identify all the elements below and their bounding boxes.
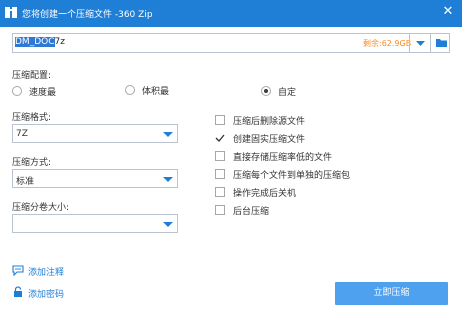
dropdown-arrow-icon: [159, 170, 177, 187]
checkbox-solid-archive-label: 创建固实压缩文件: [233, 135, 306, 145]
lock-icon: [12, 286, 24, 301]
split-select[interactable]: [12, 214, 178, 233]
checkmark-icon: [215, 133, 225, 143]
format-select[interactable]: 7Z: [12, 124, 178, 143]
checkbox-solid-archive[interactable]: 创建固实压缩文件: [215, 132, 325, 146]
radio-smallest-label: 体积最: [142, 87, 170, 97]
checkbox-delete-source-box: [215, 115, 225, 125]
add-comment-link[interactable]: 添加注释: [12, 264, 82, 278]
window-title: 您将创建一个压缩文件 -360 Zip: [22, 10, 153, 20]
output-path-text[interactable]: DM_DOC7z: [15, 37, 65, 47]
radio-fastest-label: 速度最: [29, 88, 57, 98]
method-select[interactable]: 标准: [12, 169, 178, 188]
checkbox-store-low-ratio-box: [215, 151, 225, 161]
comment-icon: [12, 265, 24, 279]
browse-folder-button[interactable]: [430, 33, 451, 53]
compress-config-label: 压缩配置:: [12, 71, 52, 81]
method-label: 压缩方式:: [12, 158, 52, 168]
checkbox-separate-archives[interactable]: 压缩每个文件到单独的压缩包: [215, 168, 360, 182]
dropdown-arrow-icon: [159, 125, 177, 142]
close-icon[interactable]: ✕: [440, 4, 456, 20]
path-rest-text: 7z: [54, 37, 65, 47]
checkbox-store-low-ratio-label: 直接存储压缩率低的文件: [233, 153, 333, 163]
checkbox-delete-source[interactable]: 压缩后删除源文件: [215, 114, 325, 128]
checkbox-background-box: [215, 205, 225, 215]
checkbox-delete-source-label: 压缩后删除源文件: [233, 117, 306, 127]
checkbox-background-label: 后台压缩: [233, 207, 270, 217]
add-password-label: 添加密码: [28, 290, 65, 300]
checkbox-background[interactable]: 后台压缩: [215, 204, 285, 218]
add-password-link[interactable]: 添加密码: [12, 286, 82, 300]
format-value: 7Z: [16, 129, 28, 139]
radio-smallest-circle: [125, 85, 135, 95]
checkbox-shutdown-box: [215, 187, 225, 197]
dropdown-arrow-icon: [159, 215, 177, 232]
path-selected-text: DM_DOC: [15, 37, 55, 47]
add-comment-label: 添加注释: [28, 268, 65, 278]
app-icon: [4, 6, 18, 19]
radio-smallest[interactable]: 体积最: [125, 84, 185, 98]
radio-fastest[interactable]: 速度最: [12, 85, 72, 99]
radio-custom-label: 自定: [278, 88, 297, 98]
format-label: 压缩格式:: [12, 113, 52, 123]
path-history-dropdown-button[interactable]: [409, 33, 430, 53]
radio-custom-circle: [261, 86, 271, 96]
checkbox-shutdown-label: 操作完成后关机: [233, 189, 297, 199]
output-path-field[interactable]: DM_DOC7z 剩余:62.9GB: [12, 33, 450, 53]
checkbox-store-low-ratio[interactable]: 直接存储压缩率低的文件: [215, 150, 345, 164]
radio-fastest-circle: [12, 86, 22, 96]
split-label: 压缩分卷大小:: [12, 203, 70, 213]
method-value: 标准: [16, 177, 35, 187]
title-bar: 您将创建一个压缩文件 -360 Zip ✕: [0, 0, 462, 27]
checkbox-shutdown[interactable]: 操作完成后关机: [215, 186, 315, 200]
folder-icon: [436, 39, 447, 47]
dropdown-arrow-icon: [416, 41, 425, 46]
checkbox-separate-archives-box: [215, 169, 225, 179]
free-space-label: 剩余:62.9GB: [363, 39, 412, 48]
radio-custom[interactable]: 自定: [261, 85, 311, 99]
start-compress-button[interactable]: 立即压缩: [335, 282, 448, 305]
checkbox-separate-archives-label: 压缩每个文件到单独的压缩包: [233, 171, 351, 181]
